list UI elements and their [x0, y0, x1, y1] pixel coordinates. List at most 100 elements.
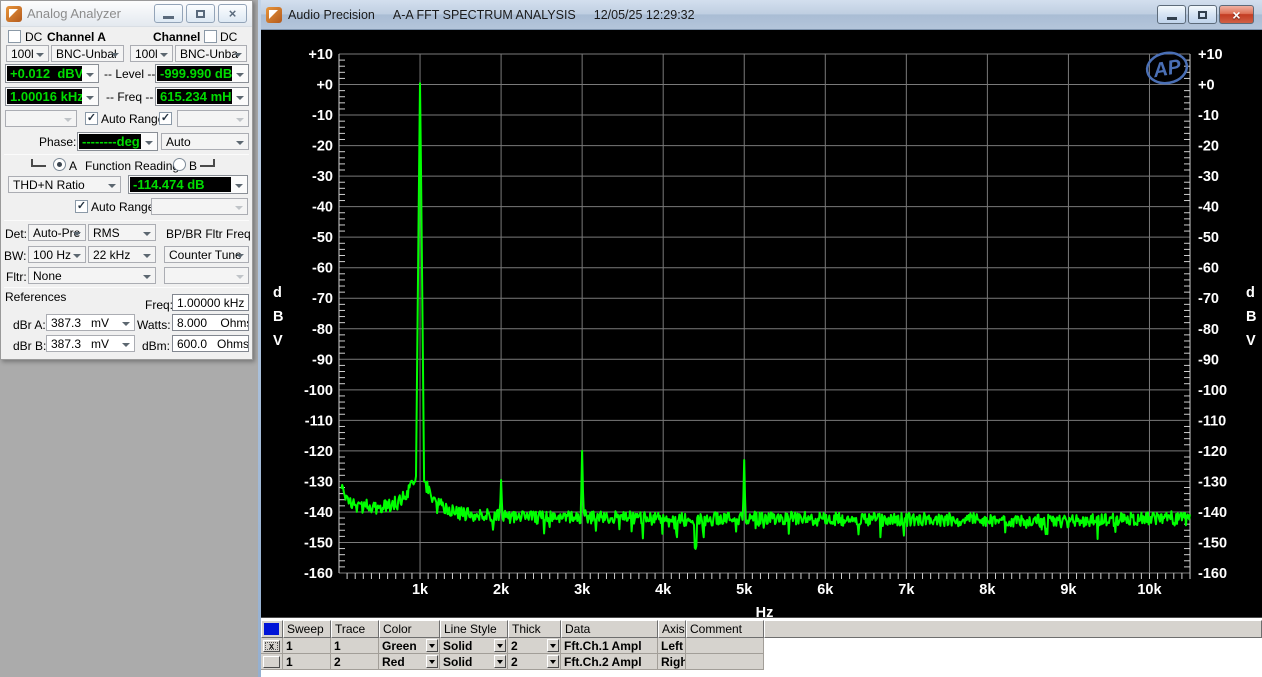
svg-text:d: d [273, 285, 282, 301]
bw-high-select[interactable]: 22 kHz [88, 246, 156, 263]
bpbr-freq-value[interactable] [164, 267, 249, 284]
dbra-ref-select[interactable]: 387.3 mV [46, 314, 135, 331]
freq-b-display[interactable]: 615.234 mHz [155, 87, 249, 106]
analyzer-titlebar[interactable]: Analog Analyzer × [1, 1, 252, 27]
watts-field[interactable]: 8.000 Ohms [172, 314, 249, 331]
auto-range-label: Auto Range [101, 112, 165, 126]
bracket-right [200, 159, 215, 167]
dbra-label: dBr A: [13, 318, 46, 332]
check-icon: ✓ [86, 112, 97, 124]
chevron-down-icon [236, 141, 244, 145]
level-b-display[interactable]: -999.990 dBV [155, 64, 249, 83]
close-button[interactable]: × [218, 4, 247, 23]
cell-comment[interactable] [686, 654, 764, 670]
bpbr-freq-select[interactable]: Counter Tune [164, 246, 249, 263]
close-icon: × [228, 6, 237, 21]
dropdown-button[interactable] [426, 655, 438, 668]
function-range-select[interactable] [151, 198, 248, 215]
svg-text:-130: -130 [1198, 474, 1227, 490]
svg-text:-160: -160 [304, 566, 333, 582]
svg-text:-30: -30 [312, 169, 333, 185]
svg-text:2k: 2k [493, 582, 510, 598]
trace-visible-toggle[interactable]: x [263, 640, 280, 652]
close-button[interactable]: × [1219, 5, 1254, 24]
header-line-style: Line Style [440, 620, 508, 638]
chevron-down-icon [143, 275, 151, 279]
dbrb-ref-select[interactable]: 387.3 mV [46, 335, 135, 352]
dropdown-button[interactable] [494, 639, 506, 652]
cell-color[interactable]: Green [379, 638, 440, 654]
cell-data[interactable]: Fft.Ch.2 Ampl [561, 654, 658, 670]
cell-data[interactable]: Fft.Ch.1 Ampl [561, 638, 658, 654]
dbm-label: dBm: [142, 339, 171, 353]
restore-icon [196, 9, 205, 18]
cell-line-style[interactable]: Solid [440, 654, 508, 670]
level-label: -- Level -- [104, 67, 156, 81]
auto-range-a-checkbox[interactable]: ✓ [85, 112, 98, 125]
svg-text:-80: -80 [312, 322, 333, 338]
chevron-down-icon [64, 118, 72, 122]
bw-low-select[interactable]: 100 Hz [28, 246, 86, 263]
cell-line-style[interactable]: Solid [440, 638, 508, 654]
dropdown-button[interactable] [547, 655, 559, 668]
phase-mode-select[interactable]: Auto [161, 133, 249, 150]
function-select[interactable]: THD+N Ratio [8, 176, 121, 193]
svg-text:+0: +0 [316, 78, 333, 94]
auto-range-b-checkbox[interactable]: ✓ [159, 112, 172, 125]
cell-color[interactable]: Red [379, 654, 440, 670]
channel-b-input-select[interactable]: BNC-Unba [175, 45, 247, 62]
chevron-down-icon [160, 53, 168, 57]
channel-b-impedance-select[interactable]: 100l [130, 45, 173, 62]
svg-text:9k: 9k [1060, 582, 1077, 598]
svg-text:8k: 8k [979, 582, 996, 598]
minimize-button[interactable] [1157, 5, 1186, 24]
chevron-down-icon [143, 232, 151, 236]
detector-select[interactable]: Auto-Pre [28, 224, 86, 241]
cell-sweep[interactable]: 1 [283, 638, 331, 654]
restore-button[interactable] [186, 4, 215, 23]
function-reading-b-radio[interactable] [173, 158, 186, 171]
cell-axis[interactable]: Right [658, 654, 686, 670]
dropdown-button[interactable] [426, 639, 438, 652]
cell-axis[interactable]: Left [658, 638, 686, 654]
range-a-select[interactable] [5, 110, 77, 127]
function-reading-display[interactable]: -114.474 dB [128, 175, 248, 194]
chevron-down-icon [234, 53, 242, 57]
ap-logo: AP [1145, 51, 1189, 85]
svg-text:-40: -40 [312, 200, 333, 216]
ref-freq-field[interactable]: 1.00000 kHz [172, 294, 249, 311]
det-label: Det: [5, 227, 28, 241]
chevron-down-icon [122, 343, 130, 347]
detector-mode-select[interactable]: RMS [88, 224, 156, 241]
channel-a-input-select[interactable]: BNC-Unbal [51, 45, 124, 62]
maximize-button[interactable] [1188, 5, 1217, 24]
channel-a-impedance-select[interactable]: 100l [6, 45, 49, 62]
minimize-button[interactable] [154, 4, 183, 23]
dc-coupling-checkbox-a[interactable] [8, 30, 21, 43]
svg-text:+10: +10 [1198, 47, 1223, 63]
auto-range-function-checkbox[interactable]: ✓ [75, 200, 88, 213]
dc-coupling-checkbox-b[interactable] [204, 30, 217, 43]
function-reading-a-radio[interactable] [53, 158, 66, 171]
dropdown-button[interactable] [494, 655, 506, 668]
cell-trace[interactable]: 1 [331, 638, 379, 654]
chevron-down-icon [73, 232, 81, 236]
cell-thick[interactable]: 2 [508, 638, 561, 654]
main-titlebar[interactable]: Audio Precision A-A FFT SPECTRUM ANALYSI… [261, 0, 1262, 30]
cell-comment[interactable] [686, 638, 764, 654]
range-b-select[interactable] [177, 110, 249, 127]
svg-text:-90: -90 [1198, 352, 1219, 368]
cell-thick[interactable]: 2 [508, 654, 561, 670]
level-a-display[interactable]: +0.012 dBV [5, 64, 99, 83]
bracket-left [31, 159, 46, 167]
svg-text:-160: -160 [1198, 566, 1227, 582]
trace-visible-toggle[interactable] [263, 656, 280, 668]
cell-sweep[interactable]: 1 [283, 654, 331, 670]
filter-select[interactable]: None [28, 267, 156, 284]
dropdown-button[interactable] [547, 639, 559, 652]
phase-display[interactable]: --------deg [77, 132, 158, 151]
freq-a-display[interactable]: 1.00016 kHz [5, 87, 99, 106]
svg-text:+10: +10 [308, 47, 333, 63]
dbm-field[interactable]: 600.0 Ohms [172, 335, 249, 352]
cell-trace[interactable]: 2 [331, 654, 379, 670]
